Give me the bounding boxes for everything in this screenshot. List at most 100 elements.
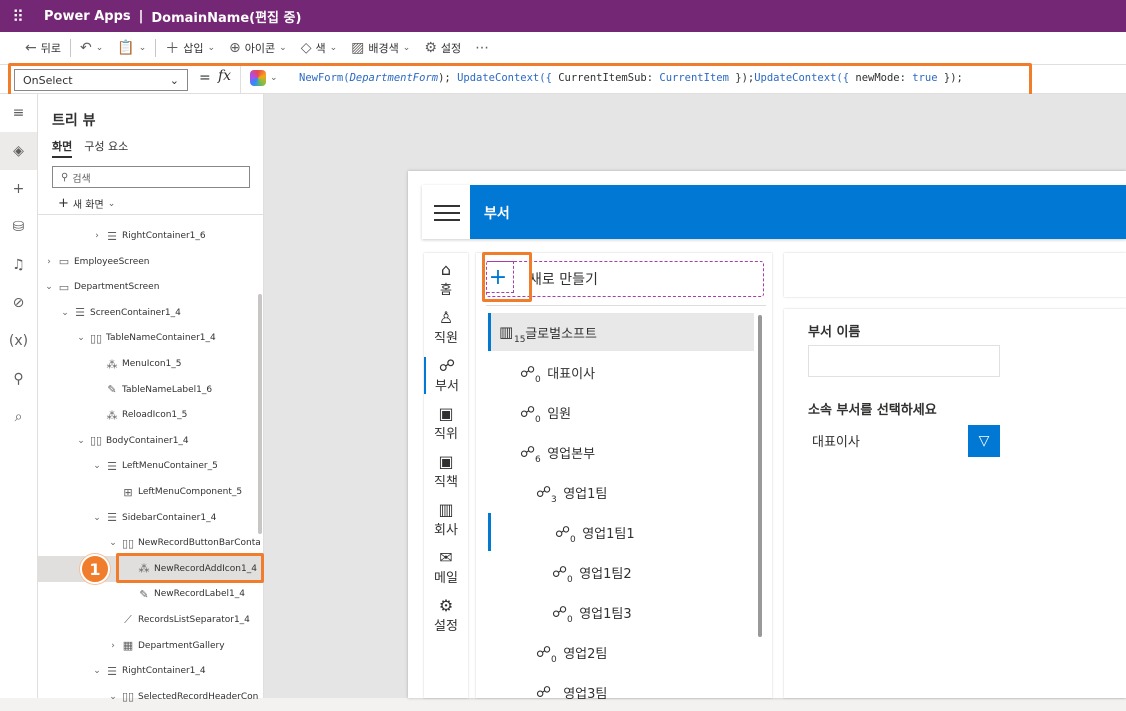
department-icon: ☍ [536, 683, 552, 701]
control-type-icon: ⊞ [123, 485, 133, 499]
chevron-icon[interactable]: ⌄ [44, 282, 54, 292]
chevron-icon[interactable]: › [108, 641, 118, 651]
left-menu-item[interactable]: ⚙ 설정 [424, 597, 468, 635]
hamburger-icon[interactable]: ≡ [0, 94, 37, 132]
left-menu-item[interactable]: ▣ 직위 [424, 405, 468, 443]
formula-token: newMode: [855, 72, 913, 84]
chevron-icon[interactable]: ⌄ [60, 308, 70, 318]
insert-label: 삽입 [183, 42, 204, 55]
chevron-icon[interactable]: › [92, 231, 102, 241]
property-dropdown[interactable]: OnSelect ⌄ [14, 69, 188, 91]
gallery-item[interactable]: ☍ 0 임원 [488, 393, 754, 431]
chevron-icon[interactable]: ⌄ [92, 513, 102, 523]
gallery-scrollbar[interactable] [758, 315, 762, 637]
equals-sign: = [199, 70, 211, 86]
control-type-icon: ▦ [122, 639, 134, 653]
tree-item[interactable]: ⌄ ▯▯ BodyContainer1_4 [38, 428, 264, 454]
tree-item[interactable]: ⌄ ☰ LeftMenuContainer_5 [38, 453, 264, 479]
tools-icon[interactable]: ⚲ [0, 360, 37, 398]
chevron-icon[interactable]: ⌄ [108, 538, 118, 548]
gallery-item[interactable]: ▥ 15 글로벌소프트 [488, 313, 754, 351]
search-placeholder: 검색 [72, 173, 91, 185]
tree-item[interactable]: › ▭ EmployeeScreen [38, 249, 264, 275]
left-menu-item[interactable]: ☍ 부서 [424, 357, 468, 394]
tree-item[interactable]: ⌄ ☰ ScreenContainer1_4 [38, 300, 264, 326]
chevron-icon[interactable]: › [44, 257, 54, 267]
gallery-item[interactable]: ☍ 0 영업1팀3 [488, 593, 754, 631]
paste-button[interactable]: 📋 ⌄ [110, 32, 153, 64]
tree-item[interactable]: ⌄ ▯▯ SelectedRecordHeaderCon [38, 684, 264, 710]
chevron-icon[interactable]: ⌄ [76, 333, 86, 343]
gallery-item[interactable]: ☍ 3 영업1팀 [488, 473, 754, 511]
search-icon[interactable]: ⌕ [0, 398, 37, 436]
tree-item[interactable]: ⁂ NewRecordAddIcon1_4 [38, 555, 264, 582]
power-automate-icon[interactable]: ⊘ [0, 284, 37, 322]
tree-item[interactable]: ⌄ ▯▯ TableNameContainer1_4 [38, 325, 264, 351]
new-record-bar[interactable]: 새로 만들기 [486, 261, 764, 297]
left-menu-item[interactable]: ▥ 회사 [424, 500, 468, 539]
data-icon[interactable]: ⛁ [0, 208, 37, 246]
tree-item[interactable]: ⌄ ☰ SidebarContainer1_4 [38, 505, 264, 531]
background-color-button[interactable]: ▨ 배경색 ⌄ [344, 32, 417, 64]
settings-button[interactable]: ⚙ 설정 [417, 32, 468, 64]
dropdown-chevron-icon[interactable]: ▽ [968, 425, 1000, 457]
fx-icon[interactable]: fx [218, 68, 231, 84]
app-preview: 부서 ⌂ 홈 ♙ 직원 ☍ 부서 ▣ 직위 ▣ 직책 ▥ 회사 ✉ 메일 ⚙ 설정 새로 만들기 + ▥ 15 글… [408, 171, 1126, 702]
variables-icon[interactable]: (x) [0, 322, 37, 360]
gallery-item[interactable]: ☍ 0 영업2팀 [488, 633, 754, 671]
app-launcher-icon[interactable]: ⠿ [0, 0, 36, 32]
color-button[interactable]: ◇ 색 ⌄ [294, 32, 344, 64]
chevron-icon[interactable]: ⌄ [92, 666, 102, 676]
more-button[interactable]: ⋯ [468, 32, 496, 64]
department-icon: ☍ 0 [520, 363, 541, 385]
tab-components[interactable]: 구성 요소 [84, 138, 128, 158]
media-icon[interactable]: ♫ [0, 246, 37, 284]
menu-icon[interactable] [434, 205, 460, 226]
tree-item[interactable]: ⌄ ▭ DepartmentScreen [38, 274, 264, 300]
gallery-item[interactable]: ☍ 0 영업1팀1 [488, 513, 754, 551]
tree-search-input[interactable]: ⚲ 검색 [52, 166, 250, 188]
left-menu-item[interactable]: ⌂ 홈 [424, 261, 468, 299]
tree-item[interactable]: › ▦ DepartmentGallery [38, 633, 264, 659]
left-menu-item[interactable]: ✉ 메일 [424, 549, 468, 587]
gallery-item-label: 글로벌소프트 [525, 326, 597, 342]
member-count: 0 [535, 375, 541, 385]
tree-item-label: ReloadIcon1_5 [122, 410, 188, 421]
chevron-icon[interactable]: ⌄ [76, 436, 86, 446]
tree-item[interactable]: ⟋ RecordsListSeparator1_4 [38, 607, 264, 633]
left-menu-item[interactable]: ▣ 직책 [424, 453, 468, 491]
gallery-item[interactable]: ☍ 영업3팀 [488, 673, 754, 711]
tree-scrollbar[interactable] [258, 294, 262, 534]
tree-item[interactable]: ✎ NewRecordLabel1_4 [38, 581, 264, 607]
left-menu-label: 직위 [434, 427, 458, 442]
insert-button[interactable]: ＋ 삽입 ⌄ [158, 32, 222, 64]
left-menu-icon: ▥ [438, 500, 454, 519]
tree-item[interactable]: ⁂ MenuIcon1_5 [38, 351, 264, 377]
tree-item[interactable]: ⁂ ReloadIcon1_5 [38, 402, 264, 428]
formula-input[interactable]: NewForm(DepartmentForm); UpdateContext({… [299, 72, 963, 84]
icon-button[interactable]: ⊕ 아이콘 ⌄ [222, 32, 294, 64]
new-record-add-icon[interactable]: + [482, 261, 514, 293]
tab-screens[interactable]: 화면 [52, 138, 73, 158]
chevron-icon[interactable]: ⌄ [92, 461, 102, 471]
gallery-item[interactable]: ☍ 0 영업1팀2 [488, 553, 754, 591]
tree-item[interactable]: ⌄ ☰ RightContainer1_4 [38, 658, 264, 684]
left-menu-item[interactable]: ♙ 직원 [424, 309, 468, 347]
tree-item[interactable]: ⌄ ▯▯ NewRecordButtonBarConta [38, 530, 264, 556]
copilot-button[interactable]: ⌄ [250, 70, 278, 86]
insert-icon[interactable]: + [0, 170, 37, 208]
new-screen-button[interactable]: + 새 화면 ⌄ [58, 196, 115, 211]
gallery-item[interactable]: ☍ 6 영업본부 [488, 433, 754, 471]
tree-item[interactable]: ✎ TableNameLabel1_6 [38, 377, 264, 403]
tree-item[interactable]: ⊞ LeftMenuComponent_5 [38, 479, 264, 505]
chevron-icon[interactable]: ⌄ [108, 692, 118, 702]
gallery-item[interactable]: ☍ 0 대표이사 [488, 353, 754, 391]
department-icon: ☍ 0 [552, 563, 573, 585]
parent-department-value[interactable]: 대표이사 [812, 431, 860, 450]
undo-button[interactable]: ↶ ⌄ [73, 32, 110, 64]
gallery-item-label: 영업2팀 [563, 646, 608, 662]
layers-icon[interactable]: ◈ [0, 132, 37, 170]
department-name-input[interactable] [808, 345, 1000, 377]
back-button[interactable]: ← 뒤로 [18, 32, 68, 64]
tree-item[interactable]: › ☰ RightContainer1_6 [38, 223, 264, 249]
